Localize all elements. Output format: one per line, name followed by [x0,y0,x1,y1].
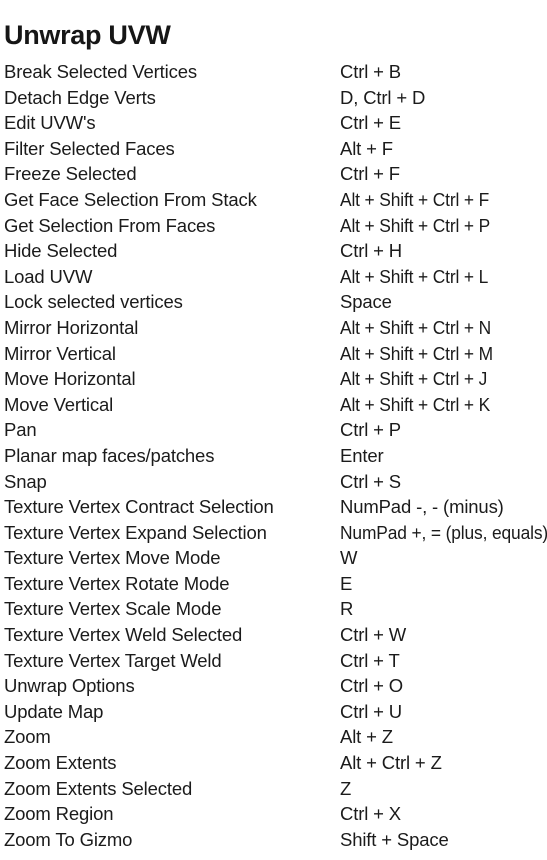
shortcut-keys-label: Ctrl + H [340,240,403,262]
shortcut-keys-label: Ctrl + P [340,419,401,441]
table-row: Texture Vertex Move Mode W [0,545,547,571]
shortcut-keys-label: Alt + Shift + Ctrl + M [340,342,493,364]
shortcut-command-label: Mirror Vertical [4,342,116,364]
table-row: Snap Ctrl + S [0,469,547,495]
table-row: Edit UVW's Ctrl + E [0,110,547,136]
table-row: Zoom Extents Alt + Ctrl + Z [0,750,547,776]
shortcut-command-label: Filter Selected Faces [4,137,175,159]
table-row: Get Selection From Faces Alt + Shift + Ct… [0,213,547,239]
shortcut-command-label: Texture Vertex Scale Mode [4,598,222,620]
shortcut-keys-label: E [340,572,353,594]
shortcut-keys-label: Z [340,777,352,799]
shortcut-command-label: Move Horizontal [4,368,136,390]
table-row: Unwrap Options Ctrl + O [0,673,547,699]
shortcut-command-label: Pan [4,419,37,441]
page-title: Unwrap UVW [4,20,171,51]
table-row: Detach Edge Verts D, Ctrl + D [0,85,547,111]
table-row: Move Vertical Alt + Shift + Ctrl + K [0,392,547,418]
shortcut-keys-label: W [340,547,358,569]
table-row: Texture Vertex Target Weld Ctrl + T [0,648,547,674]
shortcut-command-label: Zoom Extents [4,752,117,774]
shortcut-keys-label: Alt + Ctrl + Z [340,752,442,774]
shortcut-command-label: Texture Vertex Target Weld [4,649,222,671]
shortcut-command-label: Move Vertical [4,393,114,415]
shortcut-keys-label: Ctrl + F [340,163,400,185]
table-row: Pan Ctrl + P [0,417,547,443]
shortcut-keys-label: Ctrl + S [340,470,401,492]
table-row: Get Face Selection From Stack Alt + Shift… [0,187,547,213]
shortcut-command-label: Zoom Extents Selected [4,777,193,799]
shortcut-command-label: Texture Vertex Expand Selection [4,521,267,543]
shortcut-keys-label: Space [340,291,392,313]
table-row: Lock selected vertices Space [0,289,547,315]
shortcut-command-label: Get Face Selection From Stack [4,188,257,210]
table-row: Zoom Region Ctrl + X [0,801,547,827]
table-row: Texture Vertex Expand Selection NumPad +,… [0,520,547,546]
shortcut-command-label: Texture Vertex Weld Selected [4,624,243,646]
table-row: Zoom Alt + Z [0,724,547,750]
shortcut-command-label: Get Selection From Faces [4,214,216,236]
shortcut-command-label: Zoom Region [4,803,114,825]
shortcut-keys-label: NumPad +, = (plus, equals) [340,521,547,543]
shortcut-keys-label: Enter [340,444,384,466]
shortcut-keys-label: Ctrl + B [340,61,401,82]
shortcut-command-label: Planar map faces/patches [4,444,215,466]
table-row: Texture Vertex Weld Selected Ctrl + W [0,622,547,648]
shortcut-keys-label: Alt + Z [340,726,393,748]
shortcut-keys-label: D, Ctrl + D [340,86,426,108]
shortcut-command-label: Unwrap Options [4,675,135,697]
shortcut-keys-label: NumPad -, - (minus) [340,496,504,518]
shortcut-command-label: Load UVW [4,265,93,287]
shortcut-command-label: Texture Vertex Rotate Mode [4,572,230,594]
shortcut-command-label: Texture Vertex Contract Selection [4,496,274,518]
table-row: Move Horizontal Alt + Shift + Ctrl + J [0,366,547,392]
shortcut-keys-label: Ctrl + U [340,700,403,722]
table-row: Load UVW Alt + Shift + Ctrl + L [0,264,547,290]
table-row: Update Map Ctrl + U [0,699,547,725]
shortcut-keys-label: Alt + Shift + Ctrl + N [340,316,492,338]
shortcut-keys-label: Alt + Shift + Ctrl + F [340,188,490,210]
shortcut-keys-label: Ctrl + W [340,624,407,646]
shortcut-command-label: Hide Selected [4,240,118,262]
table-row: Hide Selected Ctrl + H [0,238,547,264]
table-row: Mirror Vertical Alt + Shift + Ctrl + M [0,341,547,367]
table-row: Texture Vertex Scale Mode R [0,596,547,622]
shortcut-keys-label: Alt + Shift + Ctrl + K [340,393,491,415]
shortcut-command-label: Snap [4,470,47,492]
table-row: Filter Selected Faces Alt + F [0,136,547,162]
shortcut-command-label: Update Map [4,700,104,722]
shortcut-command-label: Freeze Selected [4,163,137,185]
shortcut-reference-page: Unwrap UVW Break Selected Vertices Ctrl +… [0,0,547,860]
shortcut-command-label: Texture Vertex Move Mode [4,547,221,569]
table-row: Texture Vertex Contract Selection NumPad … [0,494,547,520]
shortcut-keys-label: Shift + Space [340,828,449,850]
shortcut-keys-label: Ctrl + E [340,112,401,134]
shortcut-command-label: Break Selected Vertices [4,61,197,82]
shortcut-command-label: Lock selected vertices [4,291,183,313]
table-row: Planar map faces/patches Enter [0,443,547,469]
table-row: Zoom To Gizmo Shift + Space [0,827,547,853]
table-row: Freeze Selected Ctrl + F [0,161,547,187]
shortcut-command-label: Mirror Horizontal [4,316,139,338]
shortcut-keys-label: Alt + Shift + Ctrl + J [340,368,488,390]
shortcut-keys-label: Alt + Shift + Ctrl + P [340,214,491,236]
shortcut-command-label: Zoom [4,726,51,748]
shortcut-keys-label: Alt + F [340,137,393,159]
shortcut-command-label: Edit UVW's [4,112,96,134]
shortcut-keys-label: Ctrl + T [340,649,400,671]
shortcut-keys-label: Ctrl + O [340,675,404,697]
keyboard-shortcut-table: Break Selected Vertices Ctrl + B Detach Ed… [0,59,547,852]
shortcut-keys-label: Ctrl + X [340,803,401,825]
shortcut-command-label: Zoom To Gizmo [4,828,133,850]
shortcut-keys-label: R [340,598,354,620]
table-row: Mirror Horizontal Alt + Shift + Ctrl + N [0,315,547,341]
shortcut-table-body: Break Selected Vertices Ctrl + B Detach Ed… [0,59,547,852]
table-row: Break Selected Vertices Ctrl + B [0,59,547,85]
table-row: Texture Vertex Rotate Mode E [0,571,547,597]
table-row: Zoom Extents Selected Z [0,776,547,802]
shortcut-keys-label: Alt + Shift + Ctrl + L [340,265,489,287]
shortcut-command-label: Detach Edge Verts [4,86,156,108]
